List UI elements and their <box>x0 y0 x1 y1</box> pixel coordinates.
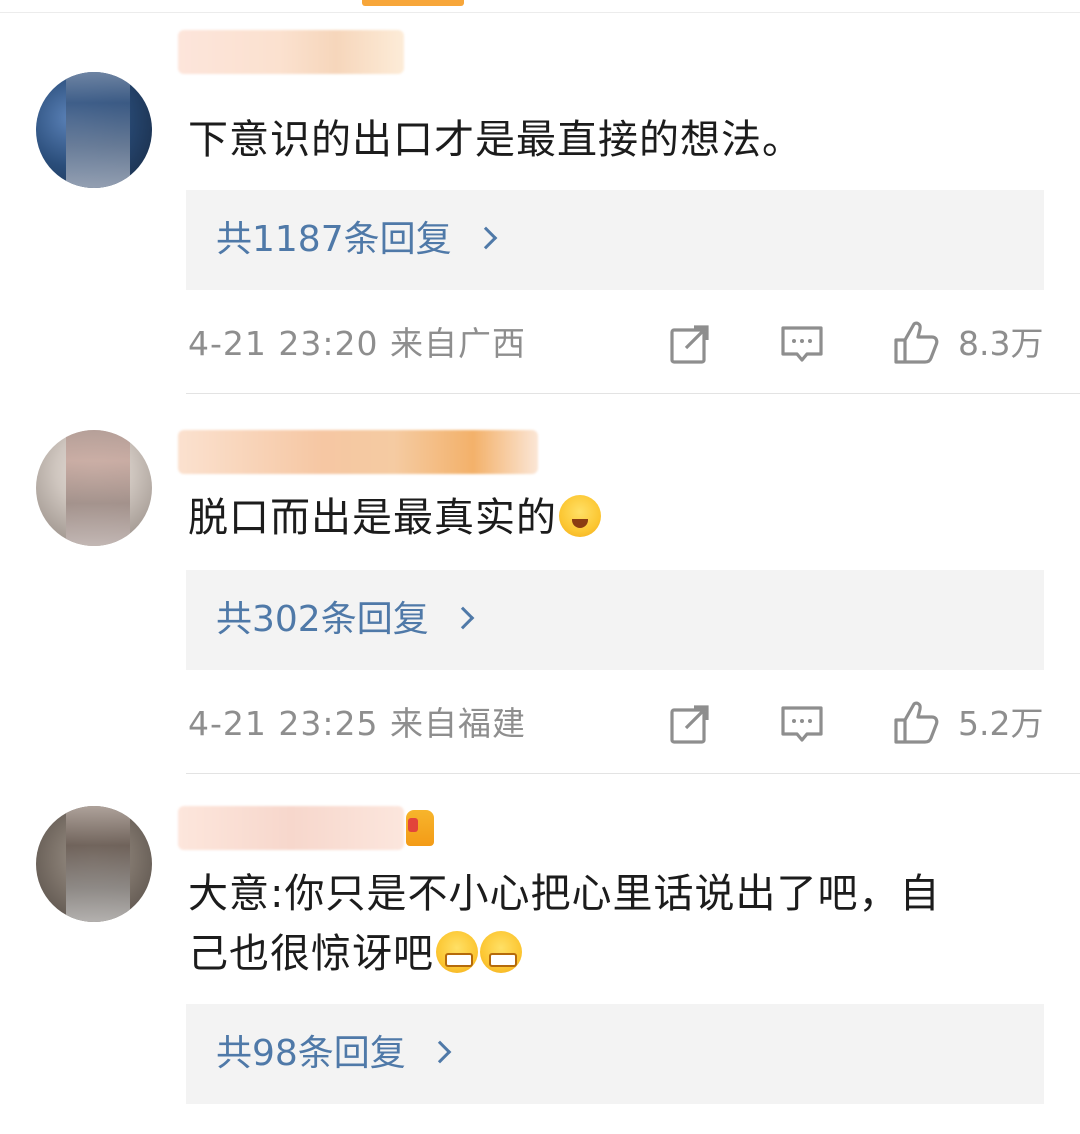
comment-timestamp-location: 4-21 23:25 来自福建 <box>188 702 526 746</box>
username-blurred[interactable] <box>178 806 404 850</box>
username-blurred[interactable] <box>178 30 404 74</box>
reply-count-link[interactable]: 共1187条回复 <box>216 216 497 264</box>
reply-count-label: 共1187条回复 <box>216 219 452 260</box>
avatar[interactable] <box>36 72 152 188</box>
location: 来自广西 <box>390 324 526 363</box>
share-icon <box>670 325 709 364</box>
comment-button[interactable] <box>780 702 824 746</box>
comment-button[interactable] <box>780 322 824 366</box>
comment-text: 下意识的出口才是最直接的想法。 <box>188 117 803 163</box>
like-count: 8.3万 <box>958 324 1044 363</box>
comment-divider <box>186 393 1080 394</box>
comment-icon <box>781 326 823 362</box>
reply-count-label: 共98条回复 <box>216 1033 406 1074</box>
share-button[interactable] <box>668 702 712 746</box>
chevron-right-icon <box>474 226 497 250</box>
active-tab-indicator <box>362 0 464 6</box>
comment-meta: 4-21 23:20 来自广西 8.3万 <box>186 321 1046 366</box>
location: 来自福建 <box>390 704 526 743</box>
timestamp: 4-21 23:25 <box>188 704 379 743</box>
top-divider <box>0 12 1080 13</box>
like-count: 5.2万 <box>958 704 1044 743</box>
avatar-blur <box>66 430 130 546</box>
comment-text-content: 己也很惊讶吧 <box>188 931 434 977</box>
chevron-right-icon <box>451 606 475 630</box>
grin-emoji-icon <box>480 931 522 973</box>
avatar[interactable] <box>36 806 152 922</box>
avatar[interactable] <box>36 430 152 546</box>
comment-text: 脱口而出是最真实的 <box>188 488 1048 548</box>
timestamp: 4-21 23:20 <box>188 324 379 363</box>
thumbs-up-icon <box>894 701 939 744</box>
reply-count-link[interactable]: 共98条回复 <box>216 1030 452 1078</box>
reply-summary-box[interactable]: 共1187条回复 <box>186 190 1044 290</box>
reply-count-link[interactable]: 共302条回复 <box>216 596 475 644</box>
share-icon <box>670 705 709 744</box>
username-blurred[interactable] <box>178 430 538 474</box>
comment-text: 大意:你只是不小心把心里话说出了吧，自 己也很惊讶吧 <box>188 864 1048 984</box>
reply-summary-box[interactable]: 共302条回复 <box>186 570 1044 670</box>
thumbs-up-icon <box>894 321 939 364</box>
comment-timestamp-location: 4-21 23:20 来自广西 <box>188 322 526 366</box>
comment-text-line: 大意:你只是不小心把心里话说出了吧，自 <box>188 871 941 917</box>
grin-emoji-icon <box>436 931 478 973</box>
reply-count-label: 共302条回复 <box>216 599 429 640</box>
like-button[interactable]: 8.3万 <box>892 321 1052 366</box>
comment-text-content: 脱口而出是最真实的 <box>188 495 557 541</box>
comment-divider <box>186 773 1080 774</box>
avatar-blur <box>66 806 130 922</box>
fan-badge-icon <box>406 810 434 846</box>
comment-meta: 4-21 23:25 来自福建 5.2万 <box>186 701 1046 746</box>
comment-list-page: 下意识的出口才是最直接的想法。 共1187条回复 4-21 23:20 来自广西… <box>0 0 1080 1134</box>
like-button[interactable]: 5.2万 <box>892 701 1052 746</box>
chevron-right-icon <box>428 1040 452 1064</box>
avatar-blur <box>66 72 130 188</box>
reply-summary-box[interactable]: 共98条回复 <box>186 1004 1044 1104</box>
comment-text-line: 己也很惊讶吧 <box>188 924 1048 984</box>
comment-icon <box>781 706 823 742</box>
share-button[interactable] <box>668 322 712 366</box>
blush-emoji-icon <box>559 495 601 537</box>
